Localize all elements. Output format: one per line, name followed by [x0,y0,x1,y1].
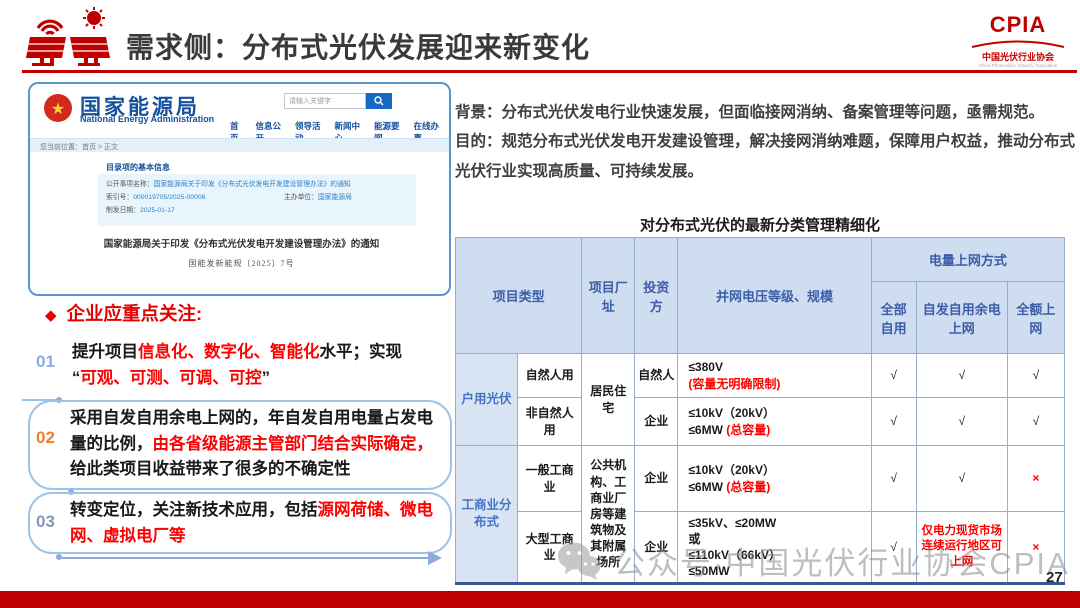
col-header-self-use-surplus: 自发自用余电上网 [916,282,1007,354]
cpia-swoosh-icon [970,40,1066,48]
focus-item-3-number: 03 [36,512,55,532]
col-header-full-grid: 全额上网 [1007,282,1064,354]
site-cell: 公共机构、工商业厂房等建筑物及其附属场所 [582,446,635,584]
svg-text:★: ★ [51,101,65,118]
info-row-index: 索引号：000019705/2025-00006 主办单位：国家能源局 [106,192,408,205]
field-value: 国家能源局关于印发《分布式光伏发电开发建设管理办法》的通知 [154,181,351,188]
field-value: 国家能源局 [318,194,352,201]
focus-item-1-text: 提升项目信息化、数字化、智能化水平；实现“可观、可测、可调、可控” [72,340,454,391]
diamond-bullet-icon: ◆ [45,307,57,324]
field-label: 制发日期： [106,207,140,214]
arrow-right-icon [428,551,442,565]
mark-cell: √ [916,398,1007,446]
info-row-date: 制发日期：2025-01-17 [106,205,408,218]
mark-cell: √ [871,446,916,512]
col-header-grid: 并网电压等级、规模 [678,238,871,354]
col-header-investor: 投资方 [635,238,678,354]
note-cell: 仅电力现货市场连续运行地区可上网 [916,512,1007,584]
investor-cell: 自然人 [635,354,678,398]
document-number: 国能发新能规〔2025〕7号 [40,258,443,269]
grid-spec-cell: ≤35kV、≤20MW或≤110kV（66kV）≤50MW [678,512,871,584]
document-title: 国家能源局关于印发《分布式光伏发电开发建设管理办法》的通知 [40,236,443,250]
mark-cell: √ [1007,354,1064,398]
subtype-cell: 一般工商业 [518,446,582,512]
cpia-logo: CPIA 中国光伏行业协会 China Photovoltaic Industr… [962,6,1074,68]
intro-text: 背景：分布式光伏发电行业快速发展，但面临接网消纳、备案管理等问题，亟需规范。 目… [455,98,1079,186]
info-row-name: 公开事项名称：国家能源局关于印发《分布式光伏发电开发建设管理办法》的通知 [106,179,408,192]
mark-cell: √ [916,446,1007,512]
grid-spec-cell: ≤380V(容量无明确限制) [678,354,871,398]
mark-cell: √ [871,354,916,398]
grid-spec-cell: ≤10kV（20kV）≤6MW (总容量) [678,446,871,512]
site-cell: 居民住宅 [582,354,635,446]
cpia-acronym: CPIA [962,14,1074,36]
classification-table: 项目类型 项目厂址 投资方 并网电压等级、规模 电量上网方式 全部自用 自发自用… [455,237,1065,585]
field-label: 公开事项名称： [106,181,154,188]
mark-cell: √ [871,512,916,584]
category-cell: 工商业分布式 [456,446,518,584]
page-number: 27 [1046,569,1063,586]
slide: 需求侧：分布式光伏发展迎来新变化 CPIA 中国光伏行业协会 China Pho… [0,0,1080,608]
col-header-mode-group: 电量上网方式 [871,238,1064,282]
field-value: 000019705/2025-00006 [133,194,205,201]
subtype-cell: 非自然人用 [518,398,582,446]
table-row: 户用光伏 自然人用 居民住宅 自然人 ≤380V(容量无明确限制) √ √ √ [456,354,1065,398]
table-row: 大型工商业 企业 ≤35kV、≤20MW或≤110kV（66kV）≤50MW √… [456,512,1065,584]
info-row-org: 主办单位：国家能源局 [284,192,352,205]
national-emblem-icon: ★ [43,93,73,123]
investor-cell: 企业 [635,512,678,584]
solar-panel-icon [24,6,116,68]
focus-item-2-number: 02 [36,428,55,448]
breadcrumb: 您当前位置：首页 > 正文 [30,138,449,152]
info-box: 公开事项名称：国家能源局关于印发《分布式光伏发电开发建设管理办法》的通知 索引号… [98,174,416,226]
title-underline [22,70,1077,73]
cpia-org-name-en: China Photovoltaic Industry Association [962,64,1074,69]
mark-cell: √ [916,354,1007,398]
focus-item-3-text: 转变定位，关注新技术应用，包括源网荷储、微电网、虚拟电厂等 [70,498,446,549]
table-title: 对分布式光伏的最新分类管理精细化 [455,214,1065,235]
arrow-line [62,557,430,559]
background-line: 背景：分布式光伏发电行业快速发展，但面临接网消纳、备案管理等问题，亟需规范。 [455,98,1079,127]
footer-bar [0,591,1080,608]
col-header-site: 项目厂址 [582,238,635,354]
grid-spec-cell: ≤10kV（20kV）≤6MW (总容量) [678,398,871,446]
focus-heading-text: 企业应重点关注: [67,303,203,324]
subtype-cell: 自然人用 [518,354,582,398]
focus-item-1-number: 01 [36,352,55,372]
category-cell: 户用光伏 [456,354,518,446]
page-title: 需求侧：分布式光伏发展迎来新变化 [126,26,590,66]
focus-item-2-text: 采用自发自用余电上网的，年自发自用电量占发电量的比例，由各省级能源主管部门结合实… [70,406,446,483]
col-header-project-type: 项目类型 [456,238,582,354]
agency-name-en: National Energy Administration [80,114,214,124]
field-value: 2025-01-17 [140,207,175,214]
purpose-line: 目的：规范分布式光伏发电开发建设管理，解决接网消纳难题，保障用户权益，推动分布式… [455,127,1079,186]
search-button[interactable] [366,93,392,109]
field-label: 索引号： [106,194,133,201]
mark-cell: × [1007,446,1064,512]
investor-cell: 企业 [635,446,678,512]
mark-cell: √ [1007,398,1064,446]
search-icon [374,96,384,106]
info-section-title: 目录项的基本信息 [106,162,170,173]
col-header-full-self-use: 全部自用 [871,282,916,354]
table-row: 工商业分布式 一般工商业 公共机构、工商业厂房等建筑物及其附属场所 企业 ≤10… [456,446,1065,512]
focus-heading: ◆ 企业应重点关注: [45,300,202,326]
field-label: 主办单位： [284,194,318,201]
subtype-cell: 大型工商业 [518,512,582,584]
cpia-org-name-cn: 中国光伏行业协会 [962,53,1074,62]
investor-cell: 企业 [635,398,678,446]
search-input[interactable] [284,93,366,109]
mark-cell: √ [871,398,916,446]
table-row: 非自然人用 企业 ≤10kV（20kV）≤6MW (总容量) √ √ √ [456,398,1065,446]
nea-website-screenshot: ★ 国家能源局 National Energy Administration 首… [28,82,451,296]
